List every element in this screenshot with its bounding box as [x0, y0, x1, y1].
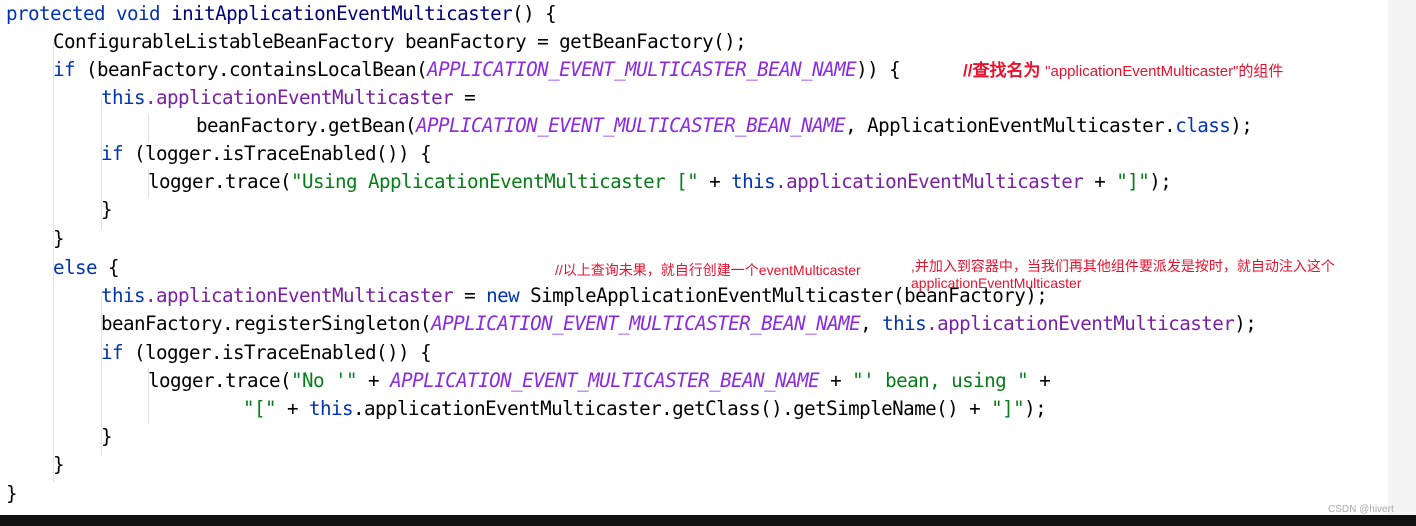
code-text: beanFactory.getBean( — [196, 114, 417, 137]
field: .applicationEventMulticaster — [926, 312, 1235, 335]
code-line-8: } — [101, 196, 113, 224]
field: .applicationEventMulticaster — [145, 284, 454, 307]
keyword: class — [1175, 114, 1231, 137]
code-text: (logger.isTraceEnabled()) { — [123, 341, 432, 364]
annotation-suffix: "applicationEventMulticaster"的组件 — [1045, 63, 1284, 80]
code-text: logger.trace( — [148, 170, 292, 193]
keyword: if — [53, 58, 76, 81]
code-line-16: } — [101, 423, 113, 451]
code-text: ConfigurableListableBeanFactory beanFact… — [53, 30, 747, 53]
code-text: + — [1028, 369, 1051, 392]
field: .applicationEventMulticaster — [145, 86, 454, 109]
annotation-lookup: //查找名为 "applicationEventMulticaster"的组件 — [963, 56, 1283, 81]
watermark: CSDN @hivert — [1328, 504, 1394, 515]
annotation-line: applicationEventMulticaster — [911, 275, 1082, 291]
code-text: logger.trace( — [148, 369, 292, 392]
code-text: } — [101, 198, 113, 221]
annotation-register: ,并加入到容器中，当我们再其他组件要派发是按时，就自动注入这个 applicati… — [911, 258, 1335, 292]
indent-guide — [148, 114, 149, 142]
code-text: } — [6, 482, 18, 505]
code-line-3: if (beanFactory.containsLocalBean(APPLIC… — [53, 56, 901, 84]
code-text: ); — [1024, 397, 1047, 420]
code-line-1: protected void initApplicationEventMulti… — [6, 0, 557, 28]
code-text: + — [276, 397, 310, 420]
annotation-create: //以上查询未果，就自行创建一个eventMulticaster — [555, 262, 861, 278]
field: .applicationEventMulticaster — [775, 170, 1084, 193]
code-text: = — [453, 86, 476, 109]
code-line-17: } — [53, 451, 65, 479]
code-line-15: "[" + this.applicationEventMulticaster.g… — [243, 395, 1047, 423]
code-text: , — [860, 312, 883, 335]
code-text: beanFactory.registerSingleton( — [101, 312, 432, 335]
side-strip — [1388, 0, 1416, 515]
code-text: ); — [1234, 312, 1257, 335]
string-literal: "' bean, using " — [852, 369, 1029, 392]
code-text: , ApplicationEventMulticaster. — [845, 114, 1176, 137]
keyword: this — [101, 284, 146, 307]
constant: APPLICATION_EVENT_MULTICASTER_BEAN_NAME — [416, 114, 846, 137]
code-line-13: if (logger.isTraceEnabled()) { — [101, 339, 432, 367]
code-text: (beanFactory.containsLocalBean( — [75, 58, 428, 81]
annotation-prefix: //查找名为 — [963, 61, 1046, 80]
string-literal: "[" — [243, 397, 277, 420]
code-text: () { — [512, 2, 557, 25]
code-line-9: } — [53, 225, 65, 253]
constant: APPLICATION_EVENT_MULTICASTER_BEAN_NAME — [431, 312, 861, 335]
code-line-14: logger.trace("No '" + APPLICATION_EVENT_… — [148, 367, 1051, 395]
code-text: + — [819, 369, 853, 392]
code-text: } — [101, 425, 113, 448]
code-editor[interactable]: protected void initApplicationEventMulti… — [0, 0, 1388, 515]
keyword: if — [101, 341, 124, 364]
string-literal: "]" — [1116, 170, 1150, 193]
code-text: .applicationEventMulticaster.getClass().… — [353, 397, 992, 420]
code-text: + — [1083, 170, 1117, 193]
bottom-bar — [0, 515, 1416, 526]
string-literal: "No '" — [291, 369, 358, 392]
keyword: this — [309, 397, 354, 420]
code-line-6: if (logger.isTraceEnabled()) { — [101, 140, 432, 168]
keyword: protected — [6, 2, 106, 25]
keyword: if — [101, 142, 124, 165]
keyword: this — [882, 312, 927, 335]
keyword: this — [731, 170, 776, 193]
code-line-4: this.applicationEventMulticaster = — [101, 84, 476, 112]
keyword: else — [53, 256, 98, 279]
code-line-10: else { — [53, 254, 120, 282]
code-line-12: beanFactory.registerSingleton(APPLICATIO… — [101, 310, 1257, 338]
method-name: initApplicationEventMulticaster — [171, 2, 513, 25]
code-text: (logger.isTraceEnabled()) { — [123, 142, 432, 165]
code-text: + — [357, 369, 391, 392]
keyword: void — [116, 2, 161, 25]
code-line-5: beanFactory.getBean(APPLICATION_EVENT_MU… — [196, 112, 1253, 140]
code-text: { — [97, 256, 120, 279]
code-text: )) { — [856, 58, 901, 81]
annotation-line: ,并加入到容器中，当我们再其他组件要派发是按时，就自动注入这个 — [911, 258, 1335, 274]
code-text: + — [698, 170, 732, 193]
constant: APPLICATION_EVENT_MULTICASTER_BEAN_NAME — [427, 58, 857, 81]
code-text: } — [53, 227, 65, 250]
keyword: this — [101, 86, 146, 109]
code-line-2: ConfigurableListableBeanFactory beanFact… — [53, 28, 747, 56]
keyword: new — [486, 284, 520, 307]
code-text: ); — [1149, 170, 1172, 193]
string-literal: "]" — [991, 397, 1025, 420]
string-literal: "Using ApplicationEventMulticaster [" — [291, 170, 699, 193]
code-line-18: } — [6, 480, 18, 508]
code-line-7: logger.trace("Using ApplicationEventMult… — [148, 168, 1172, 196]
code-text: = — [453, 284, 487, 307]
code-line-11: this.applicationEventMulticaster = new S… — [101, 282, 1048, 310]
code-text: ); — [1230, 114, 1253, 137]
constant: APPLICATION_EVENT_MULTICASTER_BEAN_NAME — [390, 369, 820, 392]
code-text: } — [53, 453, 65, 476]
